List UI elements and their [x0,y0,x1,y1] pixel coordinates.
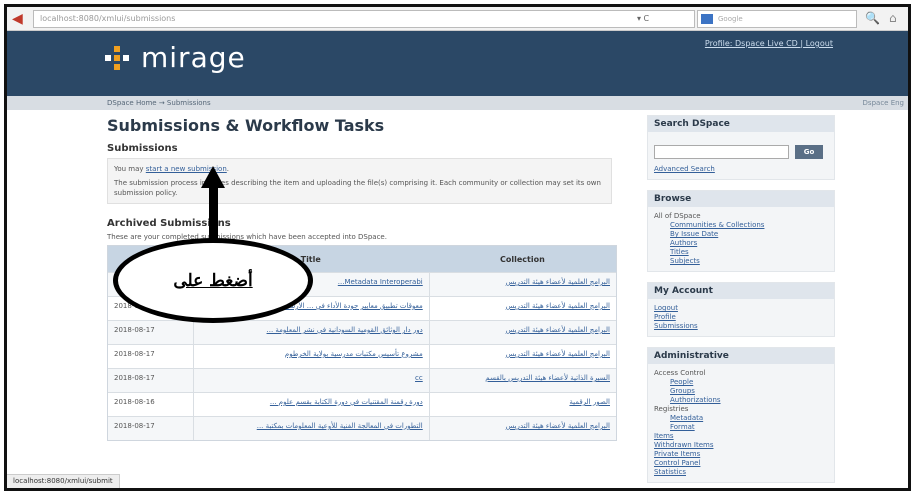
col-collection: Collection [499,254,545,264]
registry-links: Metadata Format [654,414,828,432]
row-title-link[interactable]: cc [192,369,429,392]
mirage-logo[interactable]: mirage [105,41,246,74]
row-collection-link[interactable]: الصور الرقمية [428,393,616,416]
row-date: 2018-08-17 [114,374,155,382]
row-collection-link[interactable]: السيرة الذاتية لأعضاء هيئة التدريس بالقس… [428,369,616,392]
url-bar[interactable]: localhost:8080/xmlui/submissions [33,10,695,28]
callout-bubble: أضغط على [113,238,313,323]
search-placeholder: Google [718,15,743,23]
row-title-link[interactable]: دورة رقمنة المقتنيات في دورة الكتابة بقس… [192,393,429,416]
browser-window: ◀ localhost:8080/xmlui/submissions ▾ C G… [4,4,911,491]
browse-link-2[interactable]: Authors [670,239,828,248]
table-row: 2018-08-17 مشروع تأسيس مكتبات مدرسية بولا… [108,344,616,368]
breadcrumb-right[interactable]: Dspace Eng [863,96,904,110]
browse-link-3[interactable]: Titles [670,248,828,257]
submit-prefix: You may [114,165,146,173]
advanced-search-link[interactable]: Advanced Search [654,165,828,174]
table-row: 2018-08-17 cc السيرة الذاتية لأعضاء هيئة ا… [108,368,616,392]
magnifier-icon[interactable]: 🔍 [865,11,880,25]
row-collection-link[interactable]: البرامج العلمية لأعضاء هيئة التدريس [428,297,616,320]
breadcrumb-trail[interactable]: DSpace Home → Submissions [107,99,211,107]
access-link-0[interactable]: People [670,378,828,387]
callout-text: أضغط على [173,270,253,291]
search-box: Search DSpace Go Advanced Search [647,115,835,180]
registry-link-1[interactable]: Format [670,423,828,432]
browse-link-1[interactable]: By Issue Date [670,230,828,239]
access-link-1[interactable]: Groups [670,387,828,396]
registry-link-0[interactable]: Metadata [670,414,828,423]
row-title-link[interactable]: مشروع تأسيس مكتبات مدرسية بولاية الخرطوم [192,345,429,368]
admin-link-2[interactable]: Private Items [654,450,828,459]
account-box: My Account Logout Profile Submissions [647,282,835,337]
sidebar: Search DSpace Go Advanced Search Browse … [647,115,835,488]
reload-icon[interactable]: ▾ C [637,10,649,28]
account-heading: My Account [648,283,834,299]
row-date: 2018-08-17 [114,422,155,430]
submissions-heading: Submissions [107,143,178,154]
row-title-link[interactable]: دور دار الوثائق القومية السودانية في نشر… [192,321,429,344]
status-bar: localhost:8080/xmlui/submit [7,474,120,488]
arrow-annotation-head [201,166,225,188]
logo-text: mirage [141,41,246,74]
row-collection-link[interactable]: البرامج العلمية لأعضاء هيئة التدريس [428,273,616,296]
row-date: 2018-08-17 [114,326,155,334]
page-title: Submissions & Workflow Tasks [107,116,385,135]
admin-link-4[interactable]: Statistics [654,468,828,477]
row-title-link[interactable]: التطورات في المعالجة الفنية للأوعية المع… [192,417,429,440]
browse-all-label: All of DSpace [654,212,701,220]
table-row: 2018-08-17 التطورات في المعالجة الفنية لل… [108,416,616,440]
row-collection-link[interactable]: البرامج العلمية لأعضاء هيئة التدريس [428,345,616,368]
browse-box: Browse All of DSpace Communities & Colle… [647,190,835,272]
admin-box: Administrative Access Control People Grou… [647,347,835,483]
account-link-0[interactable]: Logout [654,304,828,313]
row-collection-link[interactable]: البرامج العلمية لأعضاء هيئة التدريس [428,417,616,440]
access-links: People Groups Authorizations [654,378,828,405]
archived-heading: Archived Submissions [107,218,231,229]
search-input[interactable] [654,145,789,159]
registries-label: Registries [654,405,689,413]
account-link-1[interactable]: Profile [654,313,828,322]
browser-search-input[interactable]: Google [697,10,857,28]
access-control-label: Access Control [654,369,706,377]
browse-link-0[interactable]: Communities & Collections [670,221,828,230]
row-date: 2018-08-17 [114,350,155,358]
google-icon [701,14,713,24]
access-link-2[interactable]: Authorizations [670,396,828,405]
home-icon[interactable]: ⌂ [889,11,897,25]
row-date: 2018-08-16 [114,398,155,406]
admin-link-1[interactable]: Withdrawn Items [654,441,828,450]
table-row: 2018-08-17 دور دار الوثائق القومية السودا… [108,320,616,344]
account-link-2[interactable]: Submissions [654,322,828,331]
submission-note: You may start a new submission. The subm… [107,158,612,204]
browse-heading: Browse [648,191,834,207]
submit-suffix: . [226,165,230,173]
admin-heading: Administrative [648,348,834,364]
account-links: Logout Profile Submissions [648,299,834,336]
admin-links: Items Withdrawn Items Private Items Control… [654,432,828,477]
browse-links: Communities & Collections By Issue Date Au… [654,221,828,266]
row-collection-link[interactable]: البرامج العلمية لأعضاء هيئة التدريس [428,321,616,344]
logo-icon [105,45,129,70]
admin-link-3[interactable]: Control Panel [654,459,828,468]
search-heading: Search DSpace [648,116,834,132]
submission-description: The submission process includes describi… [114,179,601,197]
breadcrumb: DSpace Home → Submissions Dspace Eng [7,96,908,110]
go-button[interactable]: Go [795,145,823,159]
back-arrow-icon[interactable]: ◀ [12,11,30,27]
admin-link-0[interactable]: Items [654,432,828,441]
table-row: 2018-08-16 دورة رقمنة المقتنيات في دورة ا… [108,392,616,416]
profile-logout-links[interactable]: Profile: Dspace Live CD | Logout [705,39,833,48]
browser-toolbar: ◀ localhost:8080/xmlui/submissions ▾ C G… [7,7,908,31]
site-header: mirage Profile: Dspace Live CD | Logout [7,31,908,96]
browse-link-4[interactable]: Subjects [670,257,828,266]
